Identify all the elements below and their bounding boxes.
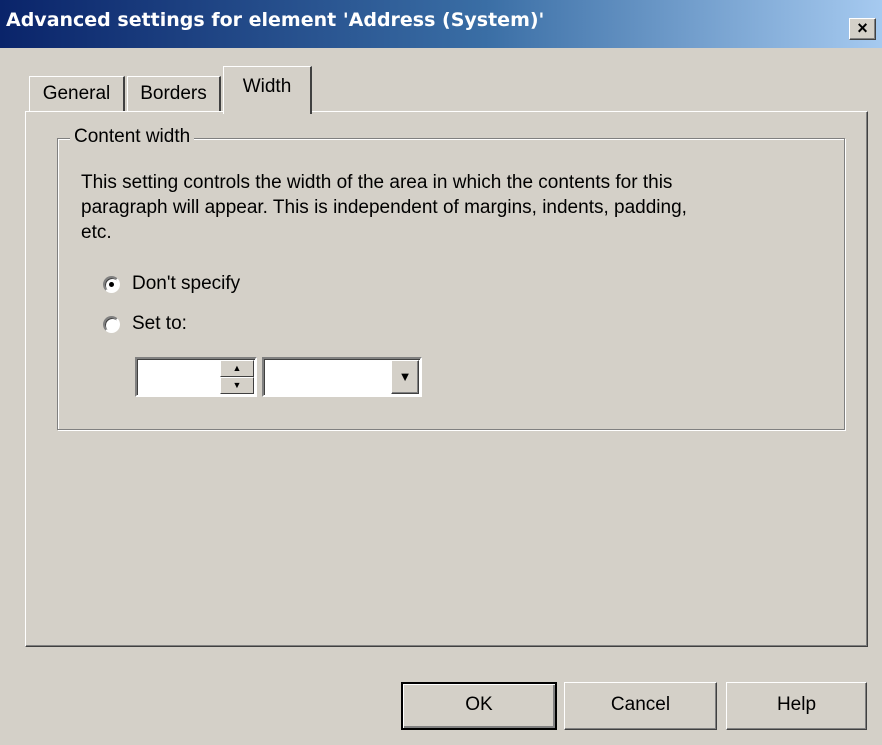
width-value-stepper[interactable]: ▲ ▼ (135, 357, 257, 397)
tab-general[interactable]: General (29, 76, 125, 112)
tab-borders[interactable]: Borders (127, 76, 221, 112)
radio-label: Set to: (132, 313, 187, 334)
cancel-button[interactable]: Cancel (564, 682, 717, 730)
radio-button-checked[interactable] (103, 275, 120, 293)
ok-button[interactable]: OK (401, 682, 557, 730)
help-button[interactable]: Help (726, 682, 867, 730)
radio-dont-specify[interactable]: Don't specify (103, 273, 240, 295)
close-icon: × (857, 18, 868, 38)
tab-label: Width (242, 76, 292, 97)
radio-label: Don't specify (132, 273, 241, 294)
radio-button[interactable] (103, 315, 120, 333)
tab-label: Borders (140, 83, 207, 104)
title-bar: Advanced settings for element 'Address (… (0, 0, 882, 48)
radio-set-to[interactable]: Set to: (103, 313, 187, 335)
tab-width[interactable]: Width (223, 66, 312, 114)
description-text: This setting controls the width of the a… (81, 172, 687, 243)
spin-up-icon[interactable]: ▲ (220, 360, 254, 377)
group-label: Content width (70, 126, 195, 148)
width-unit-select[interactable]: ▼ (262, 357, 422, 397)
close-button[interactable]: × (849, 18, 876, 40)
spin-down-icon[interactable]: ▼ (220, 377, 254, 394)
dropdown-arrow-icon[interactable]: ▼ (391, 360, 419, 394)
tab-label: General (42, 83, 111, 104)
window-title: Advanced settings for element 'Address (… (6, 9, 545, 31)
